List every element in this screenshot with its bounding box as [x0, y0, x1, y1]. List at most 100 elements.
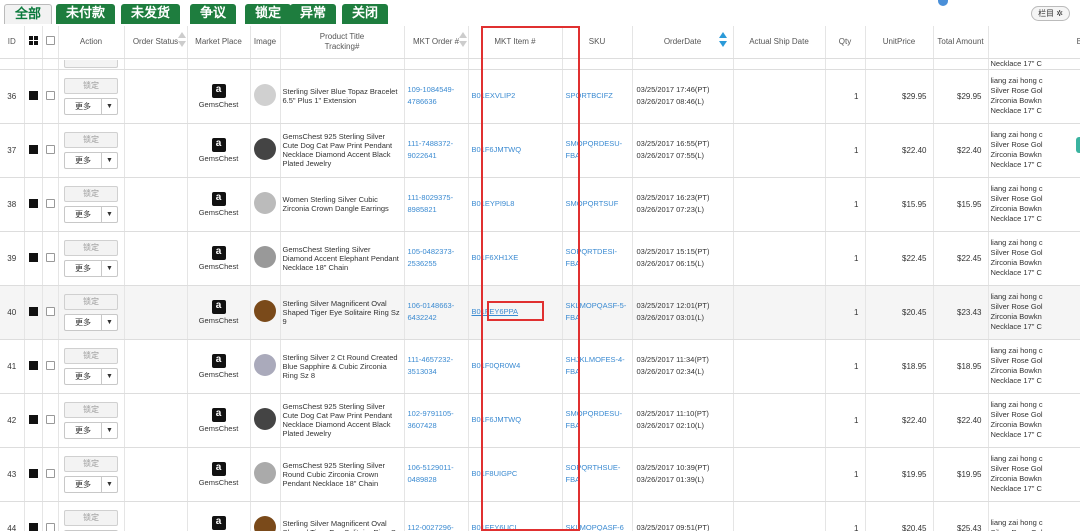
tab-unshipped[interactable]: 未发货 — [121, 4, 181, 24]
sku-cell[interactable]: SPQRTBCIFZ — [562, 69, 633, 124]
sku-cell[interactable]: SOPQRTHSUE- FBA — [562, 447, 633, 502]
mkt-order-cell[interactable]: 102-9791105- 3607428 — [404, 393, 469, 448]
table-row[interactable]: 36 锁定 更多 ▼ a GemsChest Sterling Silver B… — [0, 69, 1080, 124]
row-checkbox[interactable] — [45, 468, 55, 478]
mkt-order-link[interactable]: 106-0148663- — [405, 300, 468, 312]
mkt-item-link[interactable]: B01FEY6UCI — [469, 522, 562, 531]
row-flag-cell[interactable] — [24, 285, 43, 340]
table-row[interactable]: 38 锁定 更多 ▼ a GemsChest Women Sterling Si… — [0, 177, 1080, 232]
sku-cell[interactable]: SMOPQRDESU- FBA — [562, 393, 633, 448]
product-image-cell[interactable] — [250, 231, 281, 286]
caret-down-icon[interactable]: ▼ — [102, 261, 117, 276]
lock-button[interactable]: 锁定 — [64, 131, 118, 148]
row-flag-cell[interactable] — [24, 501, 43, 531]
sku-link-suffix[interactable]: FBA — [563, 420, 632, 432]
mkt-order-link-suffix[interactable]: 3513034 — [405, 366, 468, 378]
row-select-cell[interactable] — [42, 393, 59, 448]
sku-link[interactable]: SMOPQRDESU- — [563, 408, 632, 420]
mkt-item-cell[interactable]: B01FEY6UCI — [468, 501, 563, 531]
caret-down-icon[interactable]: ▼ — [102, 207, 117, 222]
sku-link-suffix[interactable]: FBA — [563, 474, 632, 486]
row-select-cell[interactable] — [42, 285, 59, 340]
caret-down-icon[interactable]: ▼ — [102, 477, 117, 492]
row-flag-cell[interactable] — [24, 69, 43, 124]
tab-closed[interactable]: 关闭 — [342, 4, 389, 24]
row-select-cell[interactable] — [42, 501, 59, 531]
orders-table-container[interactable]: ID Action Order Status Market Place Imag… — [0, 26, 1080, 531]
lock-button[interactable]: 锁定 — [64, 293, 118, 310]
mkt-order-link[interactable]: 111-7488372- — [405, 138, 468, 150]
sort-active-icon[interactable] — [718, 32, 727, 52]
col-order-date[interactable]: OrderDate — [632, 26, 734, 59]
lock-button[interactable]: 锁定 — [64, 239, 118, 256]
lock-button[interactable]: 锁定 — [64, 509, 118, 526]
row-checkbox[interactable] — [45, 522, 55, 531]
mkt-item-cell[interactable]: B01F8UIGPC — [468, 447, 563, 502]
row-select-cell[interactable] — [42, 339, 59, 394]
lock-button[interactable]: 锁定 — [64, 347, 118, 364]
more-dropdown[interactable]: 更多 ▼ — [64, 421, 118, 439]
mkt-order-link[interactable]: 102-9791105- — [405, 408, 468, 420]
product-thumbnail[interactable] — [254, 246, 276, 268]
mkt-order-link-suffix[interactable]: 3607428 — [405, 420, 468, 432]
product-thumbnail[interactable] — [254, 408, 276, 430]
product-image-cell[interactable] — [250, 501, 281, 531]
mkt-order-link[interactable]: 112-0027296- — [405, 522, 468, 531]
flag-square-icon[interactable] — [28, 306, 38, 316]
sku-link-suffix[interactable]: FBA — [563, 150, 632, 162]
product-image-cell[interactable] — [250, 177, 281, 232]
lock-button[interactable]: 锁定 — [64, 77, 118, 94]
mkt-order-cell[interactable]: 106-0148663- 6432242 — [404, 285, 469, 340]
product-thumbnail[interactable] — [254, 354, 276, 376]
table-row[interactable]: 43 锁定 更多 ▼ a GemsChest GemsChest 925 Ste… — [0, 447, 1080, 502]
col-mkt-order[interactable]: MKT Order # — [404, 26, 469, 59]
table-row[interactable]: 44 锁定 更多 ▼ a GemsChest Sterling Silver M… — [0, 501, 1080, 531]
row-select-cell[interactable] — [42, 123, 59, 178]
sku-cell[interactable]: SOPQRTDESI-FBA — [562, 231, 633, 286]
mkt-item-link[interactable]: B01F6XH1XE — [469, 252, 562, 264]
more-dropdown[interactable]: 更多 ▼ — [64, 367, 118, 385]
help-icon[interactable] — [938, 0, 948, 6]
row-checkbox[interactable] — [45, 144, 55, 154]
mkt-order-link-suffix[interactable]: 0489828 — [405, 474, 468, 486]
sort-icon[interactable] — [177, 32, 186, 52]
sku-link[interactable]: SPQRTBCIFZ — [563, 90, 632, 102]
caret-down-icon[interactable]: ▼ — [102, 315, 117, 330]
sort-icon[interactable] — [458, 32, 467, 52]
mkt-order-link-suffix[interactable]: 9022641 — [405, 150, 468, 162]
mkt-order-link[interactable]: 111-4657232- — [405, 354, 468, 366]
row-select-cell[interactable] — [42, 447, 59, 502]
caret-down-icon[interactable]: ▼ — [102, 99, 117, 114]
mkt-order-cell[interactable]: 111-8029375- 8985821 — [404, 177, 469, 232]
table-row[interactable]: 40 锁定 更多 ▼ a GemsChest Sterling Silver M… — [0, 285, 1080, 340]
mkt-order-link-suffix[interactable]: 2536255 — [405, 258, 468, 270]
flag-square-icon[interactable] — [28, 522, 38, 531]
mkt-item-cell[interactable]: B01F6JMTWQ — [468, 123, 563, 178]
mkt-item-cell[interactable]: B01F6XH1XE — [468, 231, 563, 286]
mkt-item-link[interactable]: B01F8UIGPC — [469, 468, 562, 480]
mkt-order-cell[interactable]: 111-7488372- 9022641 — [404, 123, 469, 178]
mkt-item-cell[interactable]: B01FEY6PPA — [468, 285, 563, 340]
more-dropdown[interactable]: 更多 ▼ — [64, 475, 118, 493]
product-thumbnail[interactable] — [254, 84, 276, 106]
product-thumbnail[interactable] — [254, 462, 276, 484]
sku-cell[interactable]: SKLMOPQASF-6 — [562, 501, 633, 531]
mkt-item-cell[interactable]: B01F6JMTWQ — [468, 393, 563, 448]
caret-down-icon[interactable]: ▼ — [102, 423, 117, 438]
more-dropdown[interactable]: 更多 ▼ — [64, 205, 118, 223]
table-row[interactable]: 41 锁定 更多 ▼ a GemsChest Sterling Silver 2… — [0, 339, 1080, 394]
mkt-item-link[interactable]: B01FEY6PPA — [469, 306, 562, 318]
col-select-all[interactable] — [42, 26, 59, 59]
mkt-order-link[interactable]: 105-0482373- — [405, 246, 468, 258]
sku-link-suffix[interactable]: FBA — [563, 312, 632, 324]
row-select-cell[interactable] — [42, 69, 59, 124]
tab-locked[interactable]: 锁定 — [245, 4, 292, 24]
product-image-cell[interactable] — [250, 447, 281, 502]
table-row[interactable]: 42 锁定 更多 ▼ a GemsChest GemsChest 925 Ste… — [0, 393, 1080, 448]
table-row[interactable]: 37 锁定 更多 ▼ a GemsChest GemsChest 925 Ste… — [0, 123, 1080, 178]
row-flag-cell[interactable] — [24, 231, 43, 286]
mkt-item-link[interactable]: B01F6JMTWQ — [469, 144, 562, 156]
row-select-cell[interactable] — [42, 231, 59, 286]
flag-square-icon[interactable] — [28, 144, 38, 154]
row-flag-cell[interactable] — [24, 447, 43, 502]
